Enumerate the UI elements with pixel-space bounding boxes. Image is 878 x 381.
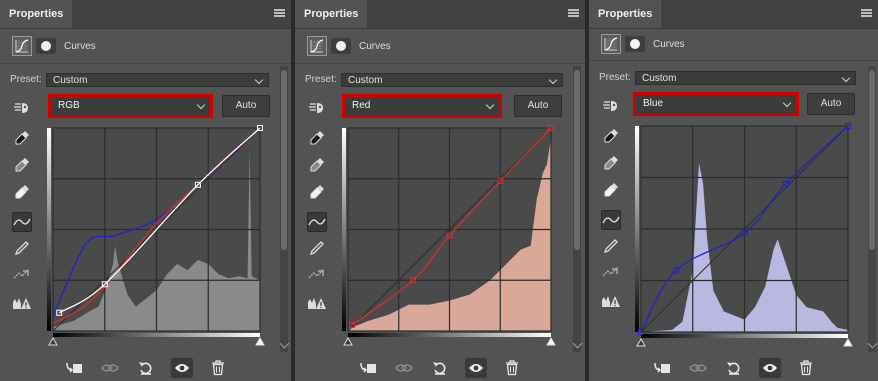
output-gradient-bar	[635, 126, 639, 332]
visibility-eye-icon[interactable]	[170, 358, 193, 378]
white-point-slider[interactable]	[546, 336, 556, 346]
curve-graph[interactable]	[295, 0, 585, 381]
clip-to-layer-icon[interactable]	[651, 358, 673, 378]
scrollbar[interactable]	[867, 66, 878, 352]
visibility-eye-icon[interactable]	[465, 358, 487, 378]
panel-footer	[295, 355, 585, 381]
properties-panel-red: Properties Curves Preset: Custom Red Auto	[295, 0, 585, 381]
reset-icon[interactable]	[429, 358, 451, 378]
input-gradient-bar	[348, 333, 551, 337]
black-point-slider[interactable]	[636, 337, 646, 347]
reset-icon[interactable]	[135, 358, 157, 378]
scrollbar-thumb[interactable]	[574, 70, 580, 250]
properties-panel-rgb: Properties Curves Preset: Custom RGB Auto	[0, 0, 291, 381]
view-previous-icon[interactable]	[99, 358, 121, 378]
chevron-down-icon[interactable]	[572, 338, 583, 349]
chevron-down-icon[interactable]	[867, 338, 878, 349]
properties-panel-blue: Properties Curves Preset: Custom Blue Auto	[589, 0, 878, 381]
scrollbar[interactable]	[279, 66, 290, 352]
clip-to-layer-icon[interactable]	[357, 358, 379, 378]
delete-icon[interactable]	[207, 358, 229, 378]
curve-graph[interactable]	[0, 0, 291, 381]
panel-footer	[0, 355, 291, 381]
input-gradient-bar	[53, 333, 260, 337]
black-point-slider[interactable]	[343, 336, 353, 346]
curve-graph[interactable]	[589, 0, 878, 381]
black-point-slider[interactable]	[48, 336, 58, 346]
visibility-eye-icon[interactable]	[758, 358, 781, 378]
panel-footer	[589, 355, 878, 381]
input-gradient-bar	[641, 334, 848, 338]
delete-icon[interactable]	[501, 358, 523, 378]
reset-icon[interactable]	[723, 358, 745, 378]
delete-icon[interactable]	[795, 358, 817, 378]
output-gradient-bar	[342, 128, 346, 331]
view-previous-icon[interactable]	[393, 358, 415, 378]
clip-to-layer-icon[interactable]	[63, 358, 85, 378]
chevron-down-icon[interactable]	[279, 338, 290, 349]
white-point-slider[interactable]	[255, 336, 265, 346]
scrollbar[interactable]	[572, 66, 583, 352]
scrollbar-thumb[interactable]	[281, 70, 287, 250]
white-point-slider[interactable]	[843, 337, 853, 347]
scrollbar-thumb[interactable]	[869, 70, 875, 250]
view-previous-icon[interactable]	[687, 358, 709, 378]
output-gradient-bar	[47, 128, 51, 331]
